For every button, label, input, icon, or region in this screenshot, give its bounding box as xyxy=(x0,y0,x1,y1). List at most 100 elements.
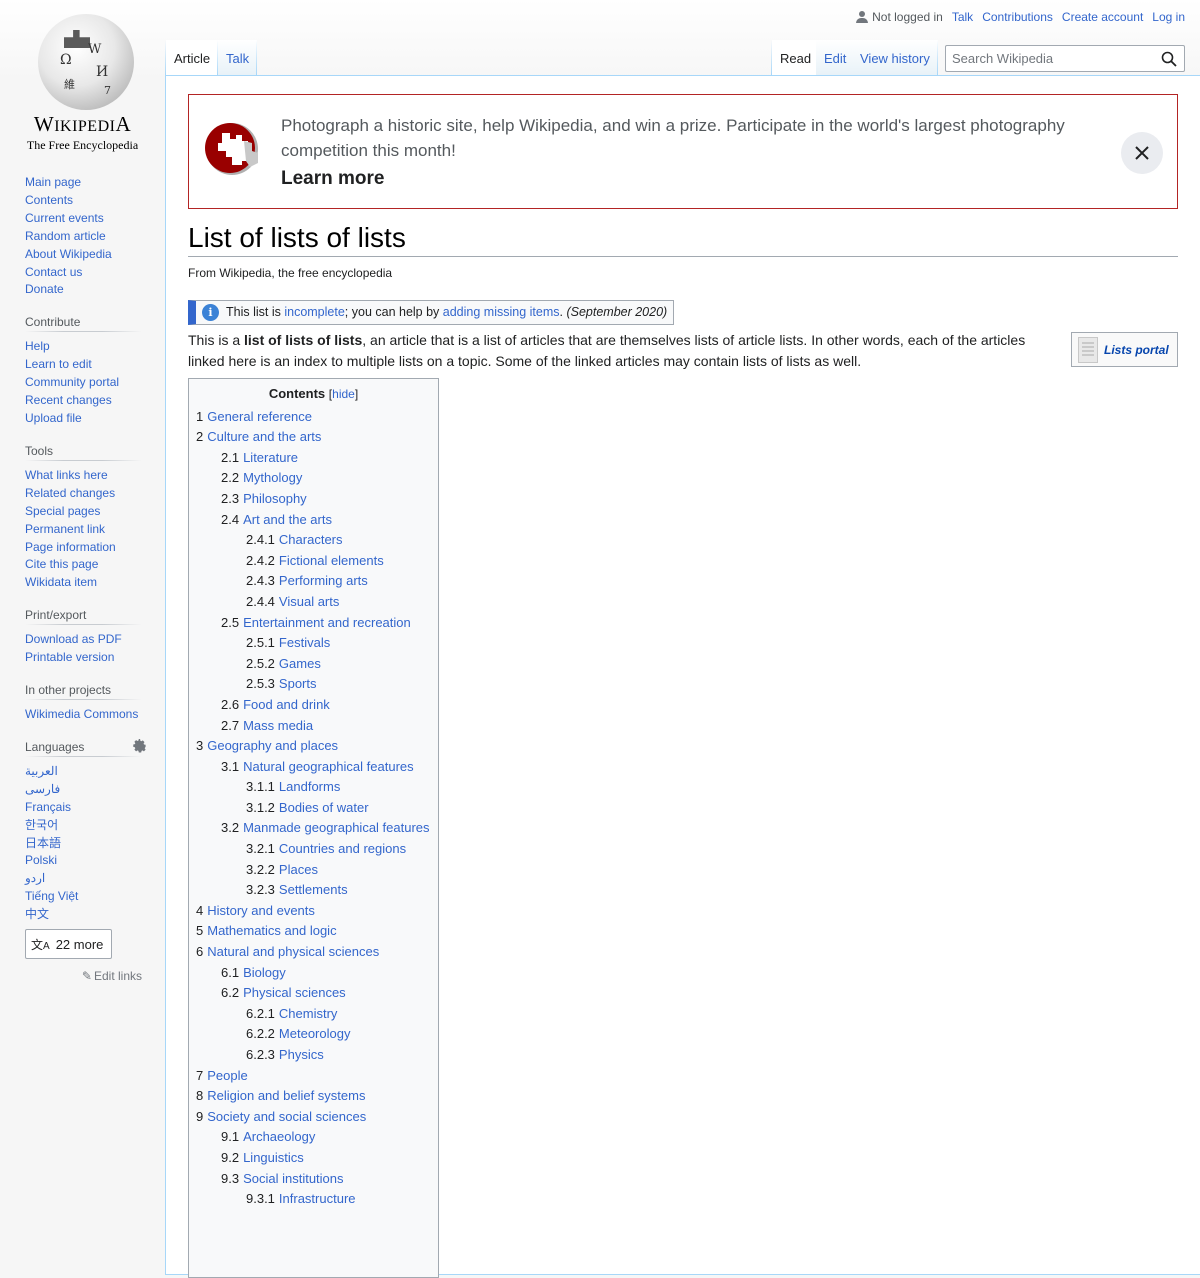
toc-item[interactable]: 3.2.3 Settlements xyxy=(196,880,431,901)
log-in-link[interactable]: Log in xyxy=(1152,10,1185,24)
sidebar-item-special-pages[interactable]: Special pages xyxy=(25,504,100,518)
toc-item[interactable]: 6.2 Physical sciences xyxy=(196,983,431,1004)
sidebar-item-permanent-link[interactable]: Permanent link xyxy=(25,522,105,536)
sidebar-item-community-portal[interactable]: Community portal xyxy=(25,375,119,389)
language-japanese[interactable]: 日本語 xyxy=(25,836,61,850)
toc-link[interactable]: Sports xyxy=(279,676,317,691)
tab-article[interactable]: Article xyxy=(166,40,218,75)
toc-item[interactable]: 2 Culture and the arts xyxy=(196,427,431,448)
create-account-link[interactable]: Create account xyxy=(1062,10,1143,24)
tab-view-history[interactable]: View history xyxy=(852,40,938,75)
sidebar-item-recent-changes[interactable]: Recent changes xyxy=(25,393,112,407)
language-chinese[interactable]: 中文 xyxy=(25,907,49,921)
toc-link[interactable]: Chemistry xyxy=(279,1006,338,1021)
sidebar-item-about[interactable]: About Wikipedia xyxy=(25,247,112,261)
sidebar-item-printable-version[interactable]: Printable version xyxy=(25,650,114,664)
toc-item[interactable]: 2.5 Entertainment and recreation xyxy=(196,613,431,634)
user-talk-link[interactable]: Talk xyxy=(952,10,973,24)
more-languages-button[interactable]: 文A 22 more xyxy=(25,929,113,960)
sidebar-item-help[interactable]: Help xyxy=(25,339,50,353)
edit-links[interactable]: ✎ Edit links xyxy=(25,969,142,983)
toc-link[interactable]: Mythology xyxy=(243,470,302,485)
sidebar-item-wikidata-item[interactable]: Wikidata item xyxy=(25,575,97,589)
toc-item[interactable]: 9.1 Archaeology xyxy=(196,1127,431,1148)
toc-link[interactable]: Art and the arts xyxy=(243,512,332,527)
toc-link[interactable]: History and events xyxy=(207,903,315,918)
toc-item[interactable]: 9 Society and social sciences xyxy=(196,1107,431,1128)
toc-item[interactable]: 2.6 Food and drink xyxy=(196,695,431,716)
toc-item[interactable]: 2.4.2 Fictional elements xyxy=(196,551,431,572)
tab-read[interactable]: Read xyxy=(772,40,819,75)
toc-item[interactable]: 1 General reference xyxy=(196,407,431,428)
toc-item[interactable]: 3.1.1 Landforms xyxy=(196,777,431,798)
tab-edit[interactable]: Edit xyxy=(816,40,854,75)
toc-link[interactable]: Entertainment and recreation xyxy=(243,615,411,630)
toc-item[interactable]: 3.2.1 Countries and regions xyxy=(196,839,431,860)
search-icon[interactable] xyxy=(1161,51,1177,67)
toc-link[interactable]: Mathematics and logic xyxy=(207,923,336,938)
toc-item[interactable]: 3.2.2 Places xyxy=(196,860,431,881)
toc-item[interactable]: 2.5.3 Sports xyxy=(196,674,431,695)
toc-item[interactable]: 2.1 Literature xyxy=(196,448,431,469)
toc-item[interactable]: 2.4 Art and the arts xyxy=(196,510,431,531)
toc-link[interactable]: Food and drink xyxy=(243,697,330,712)
language-arabic[interactable]: العربية xyxy=(25,764,58,778)
incomplete-link[interactable]: incomplete xyxy=(284,305,344,319)
toc-link[interactable]: Natural and physical sciences xyxy=(207,944,379,959)
toc-link[interactable]: Archaeology xyxy=(243,1129,315,1144)
language-vietnamese[interactable]: Tiếng Việt xyxy=(25,889,78,903)
toc-link[interactable]: Culture and the arts xyxy=(207,429,321,444)
toc-link[interactable]: Physics xyxy=(279,1047,324,1062)
toc-link[interactable]: Games xyxy=(279,656,321,671)
toc-item[interactable]: 6.2.2 Meteorology xyxy=(196,1024,431,1045)
lists-portal-link[interactable]: Lists portal xyxy=(1104,343,1169,357)
sidebar-item-what-links-here[interactable]: What links here xyxy=(25,468,108,482)
search-input[interactable] xyxy=(952,51,1152,66)
toc-item[interactable]: 5 Mathematics and logic xyxy=(196,921,431,942)
toc-link[interactable]: Manmade geographical features xyxy=(243,820,429,835)
toc-link[interactable]: Society and social sciences xyxy=(207,1109,366,1124)
toc-link[interactable]: Bodies of water xyxy=(279,800,369,815)
sidebar-item-related-changes[interactable]: Related changes xyxy=(25,486,115,500)
toc-link[interactable]: Performing arts xyxy=(279,573,368,588)
toc-item[interactable]: 2.4.3 Performing arts xyxy=(196,571,431,592)
toc-link[interactable]: Settlements xyxy=(279,882,348,897)
toc-item[interactable]: 2.7 Mass media xyxy=(196,716,431,737)
sidebar-item-contact[interactable]: Contact us xyxy=(25,265,82,279)
toc-item[interactable]: 9.3 Social institutions xyxy=(196,1169,431,1190)
toc-link[interactable]: Characters xyxy=(279,532,343,547)
toc-item[interactable]: 6 Natural and physical sciences xyxy=(196,942,431,963)
sidebar-item-page-information[interactable]: Page information xyxy=(25,540,116,554)
toc-link[interactable]: Visual arts xyxy=(279,594,339,609)
sidebar-item-cite-this-page[interactable]: Cite this page xyxy=(25,557,98,571)
toc-item[interactable]: 8 Religion and belief systems xyxy=(196,1086,431,1107)
toc-link[interactable]: Biology xyxy=(243,965,286,980)
language-persian[interactable]: فارسی xyxy=(25,782,60,796)
toc-item[interactable]: 3.1.2 Bodies of water xyxy=(196,798,431,819)
toc-item[interactable]: 7 People xyxy=(196,1066,431,1087)
toc-link[interactable]: Physical sciences xyxy=(243,985,346,1000)
sidebar-item-main-page[interactable]: Main page xyxy=(25,175,81,189)
toc-link[interactable]: Mass media xyxy=(243,718,313,733)
sidebar-item-current-events[interactable]: Current events xyxy=(25,211,104,225)
toc-link[interactable]: Places xyxy=(279,862,318,877)
toc-item[interactable]: 2.4.4 Visual arts xyxy=(196,592,431,613)
toc-link[interactable]: Philosophy xyxy=(243,491,307,506)
toc-item[interactable]: 2.5.2 Games xyxy=(196,654,431,675)
toc-item[interactable]: 3 Geography and places xyxy=(196,736,431,757)
toc-item[interactable]: 9.3.1 Infrastructure xyxy=(196,1189,431,1210)
toc-link[interactable]: Natural geographical features xyxy=(243,759,414,774)
toc-item[interactable]: 2.2 Mythology xyxy=(196,468,431,489)
language-korean[interactable]: 한국어 xyxy=(25,818,58,832)
language-polish[interactable]: Polski xyxy=(25,853,57,867)
close-banner-button[interactable] xyxy=(1121,132,1163,174)
toc-item[interactable]: 6.2.1 Chemistry xyxy=(196,1004,431,1025)
sidebar-item-random-article[interactable]: Random article xyxy=(25,229,106,243)
toc-link[interactable]: Landforms xyxy=(279,779,340,794)
language-french[interactable]: Français xyxy=(25,800,71,814)
toc-link[interactable]: Festivals xyxy=(279,635,330,650)
sidebar-item-learn-to-edit[interactable]: Learn to edit xyxy=(25,357,92,371)
toc-item[interactable]: 3.2 Manmade geographical features xyxy=(196,818,431,839)
tab-talk[interactable]: Talk xyxy=(218,40,257,75)
contributions-link[interactable]: Contributions xyxy=(982,10,1053,24)
